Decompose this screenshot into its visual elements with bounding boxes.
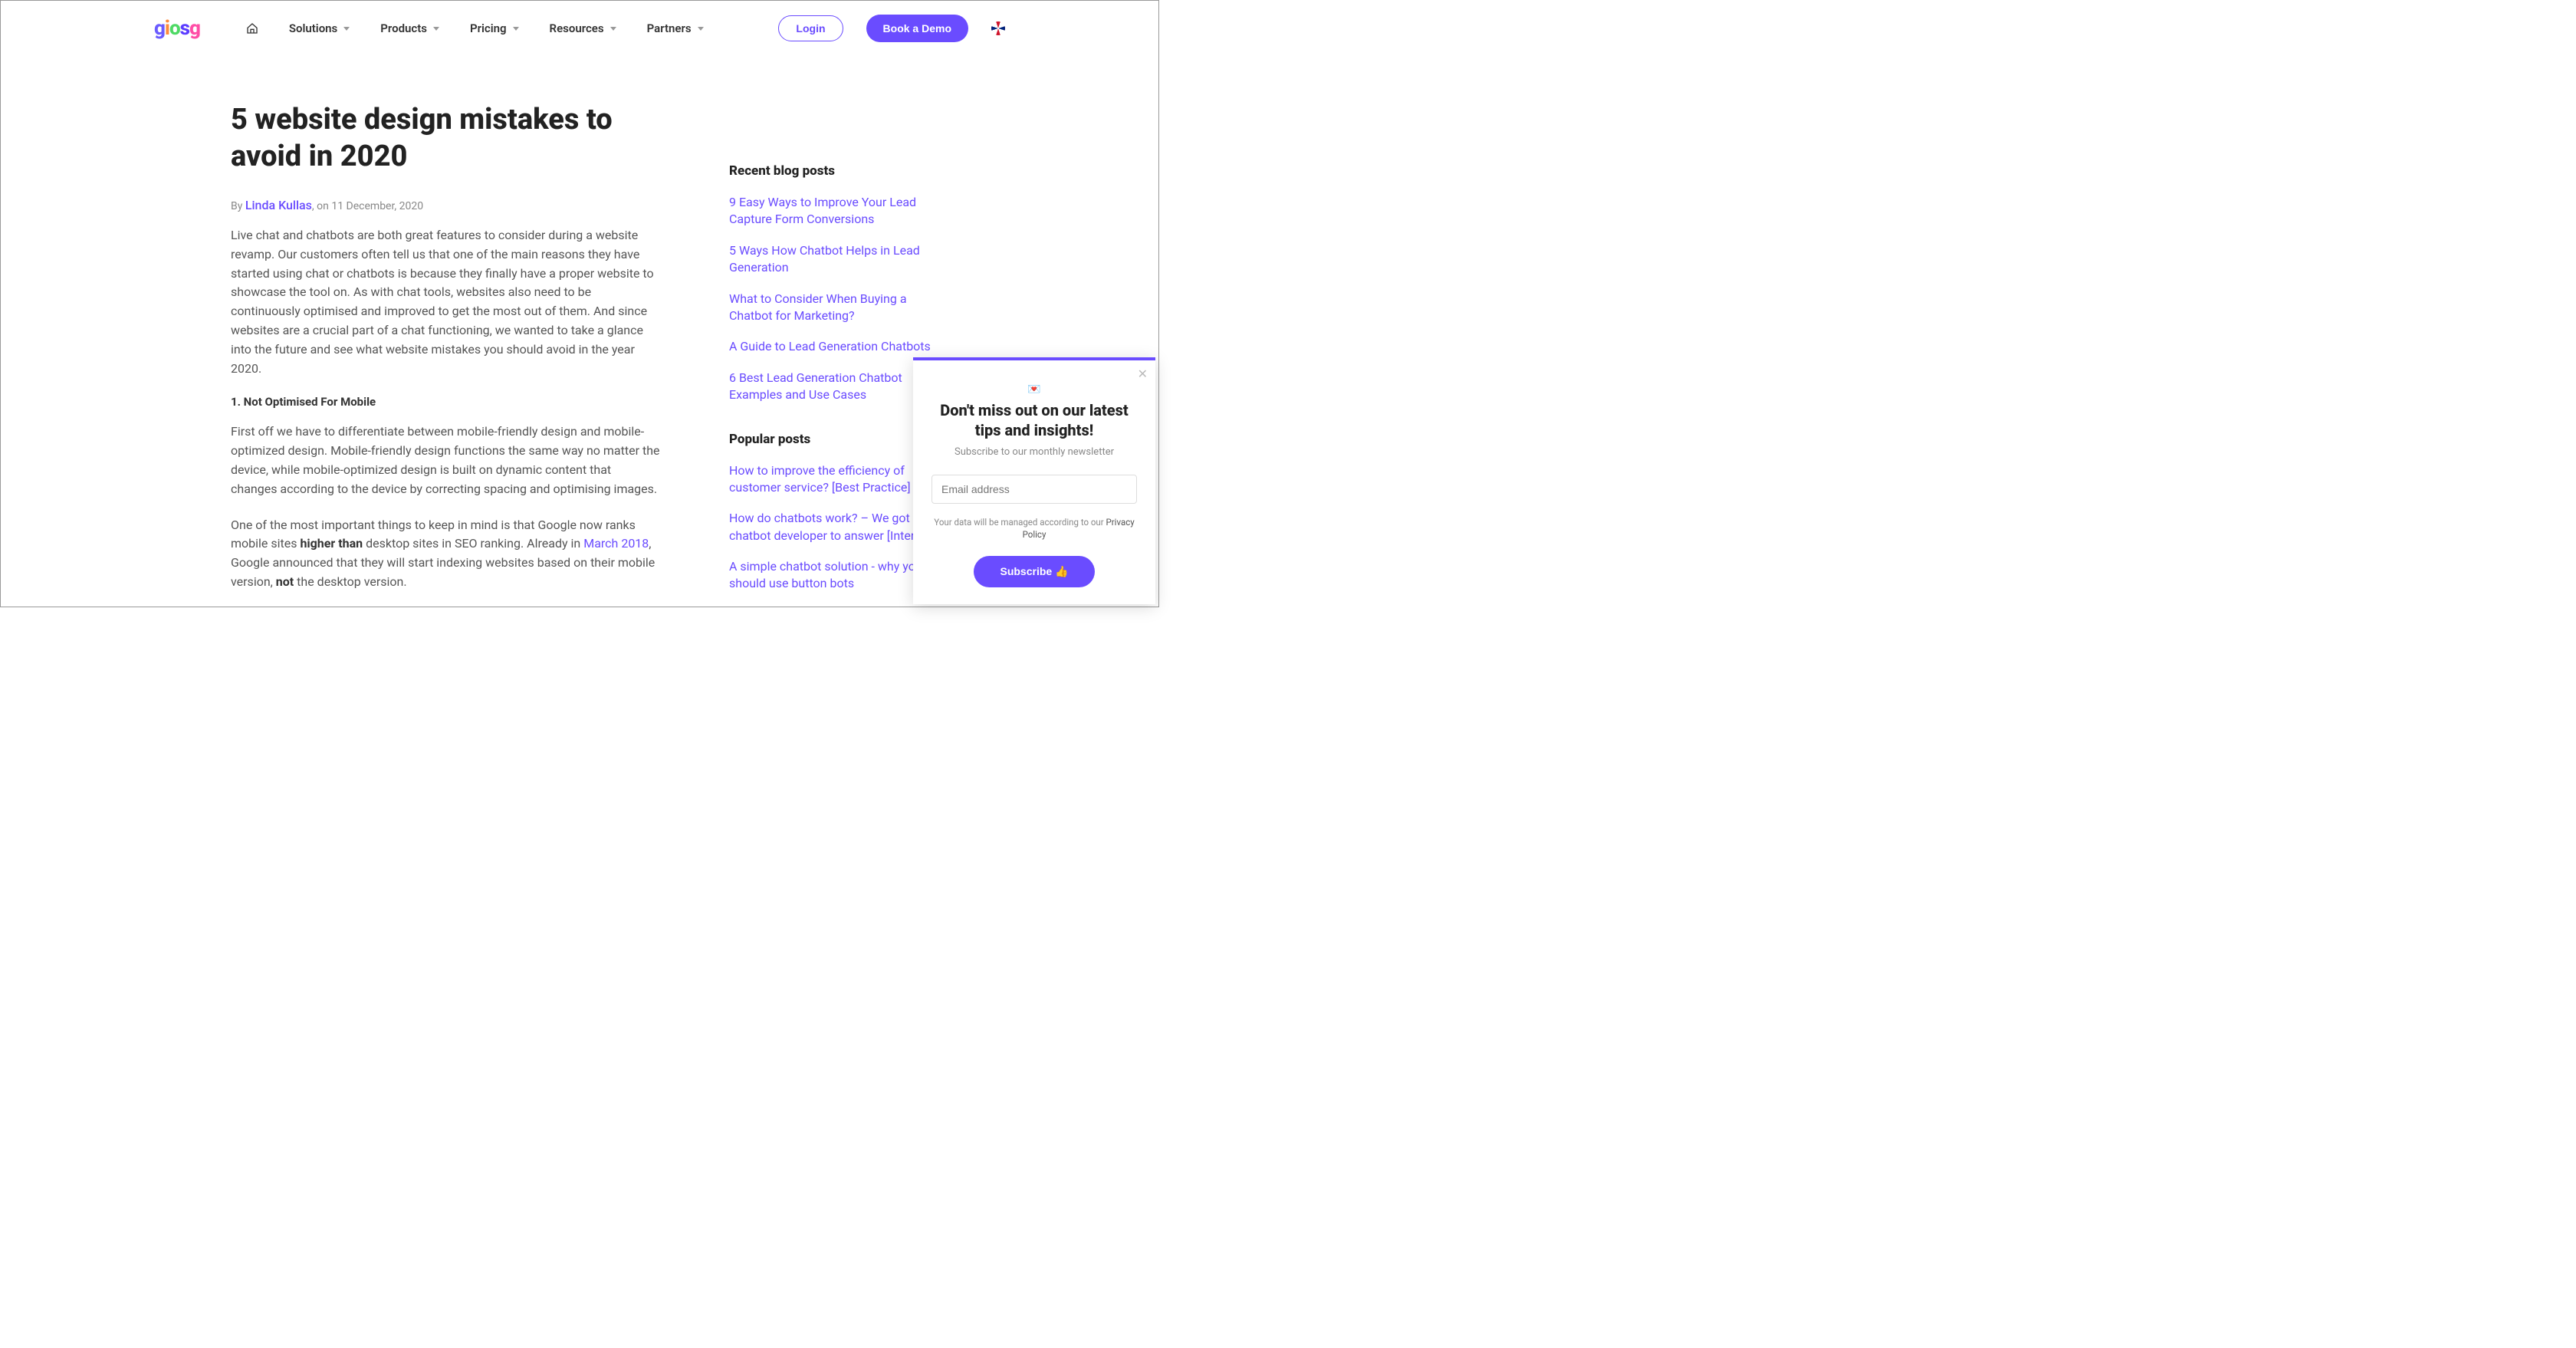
- chevron-down-icon: [610, 27, 616, 31]
- popup-title: Don't miss out on our latest tips and in…: [932, 400, 1137, 440]
- list-item: What to Consider When Buying a Chatbot f…: [729, 291, 944, 325]
- nav-home[interactable]: [246, 22, 258, 35]
- list-item: A Guide to Lead Generation Chatbots: [729, 338, 944, 355]
- close-button[interactable]: ✕: [1138, 367, 1148, 382]
- page-title: 5 website design mistakes to avoid in 20…: [231, 102, 660, 175]
- by-prefix: By: [231, 200, 245, 212]
- nav-partners[interactable]: Partners: [647, 21, 704, 35]
- list-item: A simple chatbot solution - why you shou…: [729, 558, 944, 593]
- login-button[interactable]: Login: [778, 15, 843, 41]
- post-link[interactable]: 5 Ways How Chatbot Helps in Lead Generat…: [729, 242, 944, 277]
- nav-solutions[interactable]: Solutions: [289, 21, 350, 35]
- email-input[interactable]: [932, 475, 1137, 504]
- list-item: 5 Ways How Chatbot Helps in Lead Generat…: [729, 242, 944, 277]
- logo[interactable]: giosg: [154, 17, 200, 40]
- nav-label: Partners: [647, 21, 692, 35]
- recent-posts-list: 9 Easy Ways to Improve Your Lead Capture…: [729, 194, 944, 404]
- privacy-text: Your data will be managed according to o…: [932, 516, 1137, 541]
- list-item: 9 Easy Ways to Improve Your Lead Capture…: [729, 194, 944, 229]
- book-demo-button[interactable]: Book a Demo: [866, 15, 968, 42]
- post-link[interactable]: 6 Best Lead Generation Chatbot Examples …: [729, 370, 944, 404]
- paragraph: First off we have to differentiate betwe…: [231, 422, 660, 498]
- section-heading: 1. Not Optimised For Mobile: [231, 395, 660, 409]
- header: giosg Solutions Products Pricing Resourc…: [1, 1, 1158, 56]
- bold-text: not: [276, 574, 294, 589]
- post-link[interactable]: What to Consider When Buying a Chatbot f…: [729, 291, 944, 325]
- post-link[interactable]: How to improve the efficiency of custome…: [729, 462, 944, 497]
- list-item: 6 Best Lead Generation Chatbot Examples …: [729, 370, 944, 404]
- article: 5 website design mistakes to avoid in 20…: [231, 102, 660, 620]
- inline-link[interactable]: March 2018: [583, 536, 649, 551]
- post-link[interactable]: A Guide to Lead Generation Chatbots: [729, 338, 944, 355]
- chevron-down-icon: [698, 27, 704, 31]
- main-nav: Solutions Products Pricing Resources Par…: [246, 21, 704, 35]
- nav-pricing[interactable]: Pricing: [470, 21, 519, 35]
- paragraph: One of the most important things to keep…: [231, 516, 660, 592]
- language-flag-uk[interactable]: [991, 21, 1005, 35]
- author-link[interactable]: Linda Kullas: [245, 198, 312, 212]
- post-link[interactable]: A simple chatbot solution - why you shou…: [729, 558, 944, 593]
- heart-icon: 💌: [932, 383, 1137, 396]
- list-item: How to improve the efficiency of custome…: [729, 462, 944, 497]
- chevron-down-icon: [433, 27, 439, 31]
- nav-label: Pricing: [470, 21, 507, 35]
- post-link[interactable]: 9 Easy Ways to Improve Your Lead Capture…: [729, 194, 944, 229]
- chevron-down-icon: [513, 27, 519, 31]
- sidebar-heading-recent: Recent blog posts: [729, 163, 944, 179]
- popup-subtitle: Subscribe to our monthly newsletter: [932, 446, 1137, 458]
- nav-resources[interactable]: Resources: [550, 21, 616, 35]
- date-prefix: , on: [312, 200, 331, 212]
- subscribe-button[interactable]: Subscribe 👍: [974, 556, 1094, 587]
- nav-label: Products: [380, 21, 427, 35]
- nav-label: Resources: [550, 21, 604, 35]
- post-link[interactable]: How do chatbots work? – We got a chatbot…: [729, 510, 944, 544]
- byline: By Linda Kullas, on 11 December, 2020: [231, 198, 660, 212]
- paragraph: Live chat and chatbots are both great fe…: [231, 226, 660, 378]
- bold-text: higher than: [300, 536, 363, 551]
- home-icon: [246, 22, 258, 35]
- newsletter-popup: ✕ 💌 Don't miss out on our latest tips an…: [913, 357, 1155, 604]
- popular-posts-list: How to improve the efficiency of custome…: [729, 462, 944, 593]
- chevron-down-icon: [343, 27, 350, 31]
- sidebar: Recent blog posts 9 Easy Ways to Improve…: [729, 102, 944, 620]
- list-item: How do chatbots work? – We got a chatbot…: [729, 510, 944, 544]
- sidebar-heading-popular: Popular posts: [729, 432, 944, 447]
- nav-products[interactable]: Products: [380, 21, 439, 35]
- publish-date: 11 December, 2020: [331, 200, 423, 212]
- nav-label: Solutions: [289, 21, 337, 35]
